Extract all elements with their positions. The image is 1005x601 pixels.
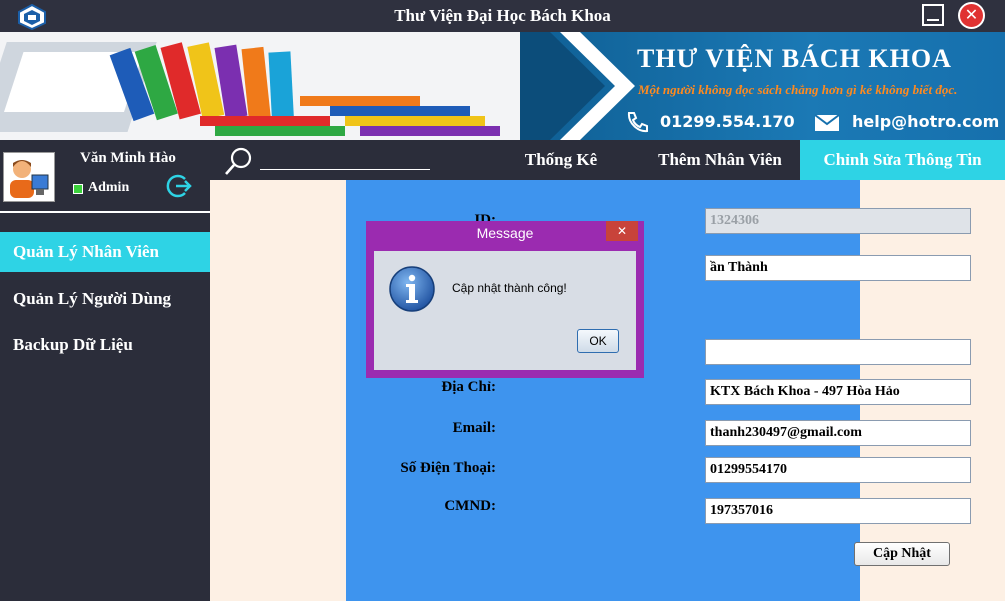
- cmnd-label: CMND:: [444, 498, 496, 514]
- close-window-button[interactable]: ✕: [958, 2, 985, 29]
- minimize-button[interactable]: [922, 4, 944, 26]
- search-input[interactable]: [260, 169, 430, 170]
- cmnd-field[interactable]: 197357016: [705, 498, 971, 524]
- window-title: Thư Viện Đại Học Bách Khoa: [394, 6, 611, 25]
- nav-chinh-sua-thong-tin[interactable]: Chỉnh Sửa Thông Tin: [800, 140, 1005, 180]
- top-nav: Thống Kê Thêm Nhân Viên Chỉnh Sửa Thông …: [210, 140, 1005, 180]
- search-icon[interactable]: [224, 146, 254, 176]
- user-name: Văn Minh Hào: [80, 150, 176, 166]
- ok-button[interactable]: OK: [577, 329, 619, 353]
- field-hidden-by-dialog[interactable]: [705, 339, 971, 365]
- dialog-close-button[interactable]: ✕: [606, 221, 638, 241]
- user-role: Admin: [88, 180, 130, 195]
- phone-field[interactable]: 01299554170: [705, 457, 971, 483]
- message-dialog: Message ✕ Cập nhật thành công! OK: [366, 221, 644, 378]
- address-field[interactable]: KTX Bách Khoa - 497 Hòa Hảo: [705, 379, 971, 405]
- update-button[interactable]: Cập Nhật: [854, 542, 950, 566]
- address-label: Địa Chỉ:: [441, 379, 496, 395]
- sidebar-item-quan-ly-nguoi-dung[interactable]: Quản Lý Người Dùng: [0, 279, 210, 319]
- email-label: Email:: [452, 420, 496, 436]
- phone-icon: [627, 112, 648, 133]
- avatar: [3, 152, 55, 202]
- slogan: Một người không đọc sách chẳng hơn gì kẻ…: [638, 82, 958, 97]
- phone-label: Số Điện Thoại:: [400, 460, 496, 476]
- id-field: 1324306: [705, 208, 971, 234]
- sidebar-divider: [0, 211, 210, 213]
- email-field[interactable]: thanh230497@gmail.com: [705, 420, 971, 446]
- banner-books-image: [0, 32, 560, 140]
- name-field[interactable]: ần Thành: [705, 255, 971, 281]
- info-icon: [389, 266, 435, 312]
- contact-phone: 01299.554.170: [660, 112, 795, 131]
- sidebar-item-backup-du-lieu[interactable]: Backup Dữ Liệu: [0, 325, 210, 365]
- dialog-body: Cập nhật thành công! OK: [374, 251, 636, 370]
- logout-icon[interactable]: [166, 173, 192, 199]
- nav-them-nhan-vien[interactable]: Thêm Nhân Viên: [646, 140, 794, 180]
- sidebar-item-quan-ly-nhan-vien[interactable]: Quản Lý Nhân Viên: [0, 232, 210, 272]
- dialog-message: Cập nhật thành công!: [452, 281, 567, 295]
- nav-thong-ke[interactable]: Thống Kê: [506, 140, 616, 180]
- contact-email: help@hotro.com: [852, 112, 1000, 131]
- mail-icon: [814, 114, 840, 131]
- dialog-title: Message: [476, 225, 534, 241]
- brand-name: THƯ VIỆN BÁCH KHOA: [637, 44, 952, 73]
- books-illustration: [0, 32, 560, 140]
- banner: THƯ VIỆN BÁCH KHOA Một người không đọc s…: [0, 32, 1005, 140]
- title-bar: Thư Viện Đại Học Bách Khoa ✕: [0, 0, 1005, 32]
- online-status-icon: [73, 184, 83, 194]
- sidebar: Văn Minh Hào Admin Quản Lý Nhân Viên Quả…: [0, 140, 210, 601]
